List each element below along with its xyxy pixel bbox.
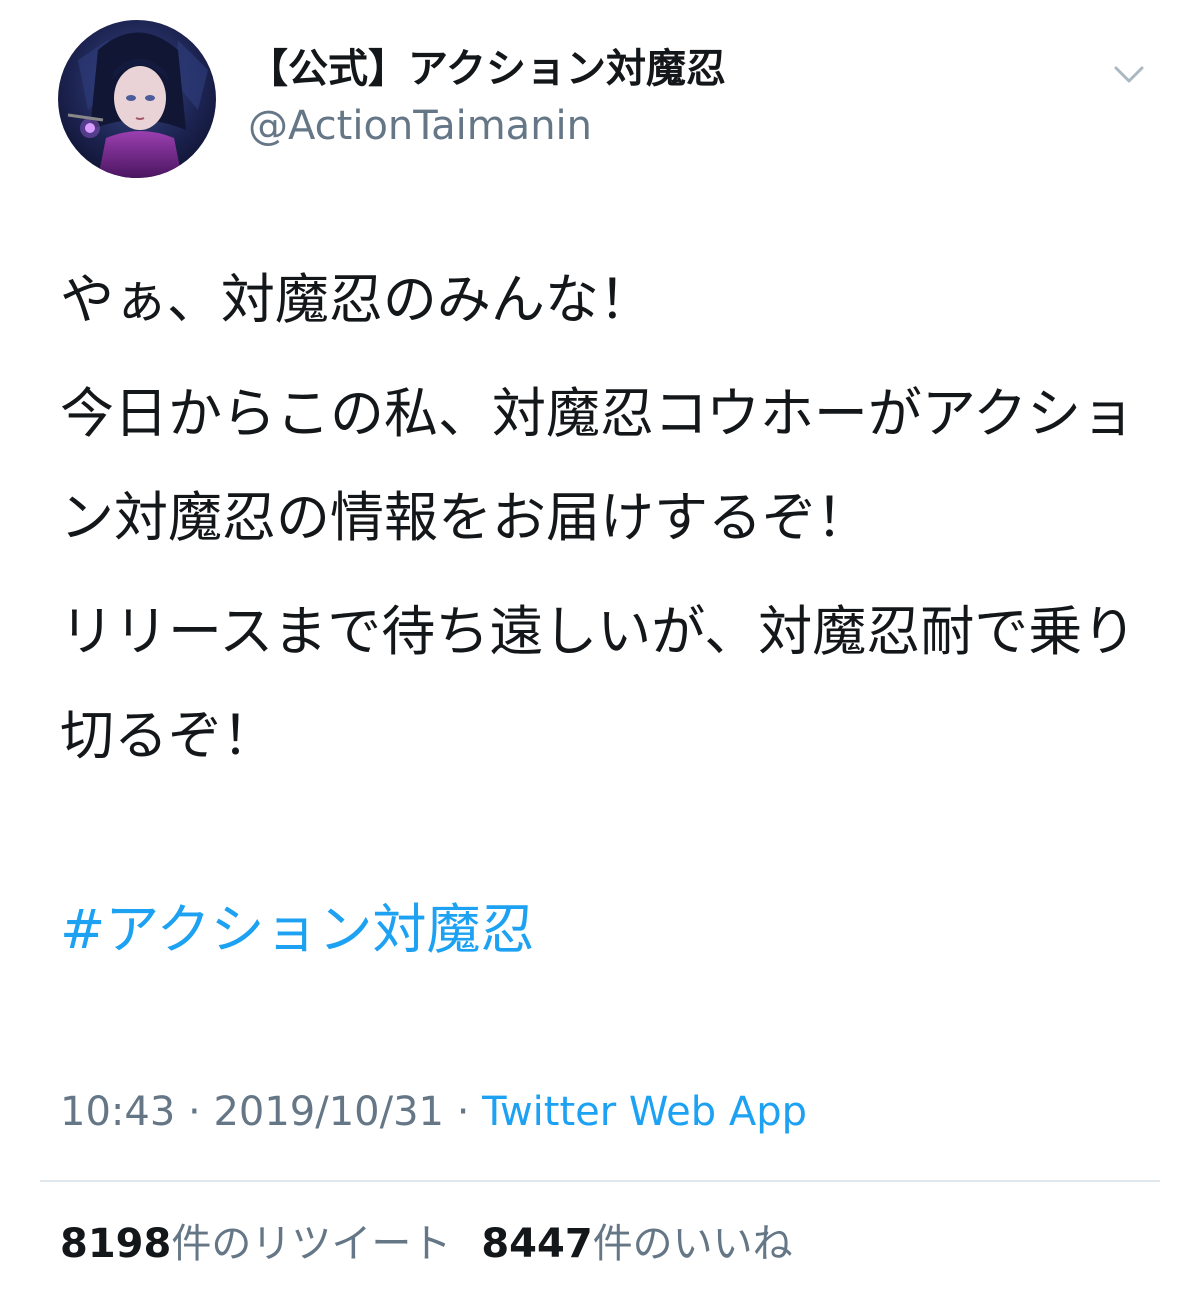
hashtag-link[interactable]: #アクション対魔忍 [60, 878, 535, 982]
tweet-time[interactable]: 10:43 [60, 1089, 175, 1135]
like-stat[interactable]: 8447件のいいね [481, 1221, 792, 1267]
chevron-down-icon[interactable] [1110, 58, 1148, 92]
author-handle[interactable]: @ActionTaimanin [248, 98, 592, 154]
retweet-count: 8198 [60, 1221, 172, 1267]
avatar-image [58, 20, 216, 178]
retweet-label: 件のリツイート [171, 1221, 452, 1267]
tweet-source-link[interactable]: Twitter Web App [482, 1089, 807, 1135]
tweet-text: やぁ、対魔忍のみんな！ 今日からこの私、対魔忍コウホーがアクション対魔忍の情報を… [60, 248, 1150, 798]
tweet-paragraph: 今日からこの私、対魔忍コウホーがアクション対魔忍の情報をお届けするぞ！ [60, 382, 1136, 549]
tweet-paragraph: やぁ、対魔忍のみんな！ [60, 268, 653, 331]
tweet-stats: 8198件のリツイート 8447件のいいね [60, 1214, 793, 1274]
meta-separator: · [188, 1089, 201, 1135]
avatar[interactable] [58, 20, 216, 178]
tweet-paragraph: リリースまで待ち遠しいが、対魔忍耐で乗り切るぞ！ [60, 600, 1137, 767]
tweet-date[interactable]: 2019/10/31 [213, 1089, 444, 1135]
like-count: 8447 [481, 1221, 593, 1267]
like-label: 件のいいね [592, 1221, 793, 1267]
author-display-name[interactable]: 【公式】アクション対魔忍 [248, 40, 726, 98]
retweet-stat[interactable]: 8198件のリツイート [60, 1221, 451, 1267]
meta-separator: · [456, 1089, 470, 1135]
divider [40, 1180, 1160, 1182]
tweet-meta: 10:43 · 2019/10/31 · Twitter Web App [60, 1084, 807, 1140]
